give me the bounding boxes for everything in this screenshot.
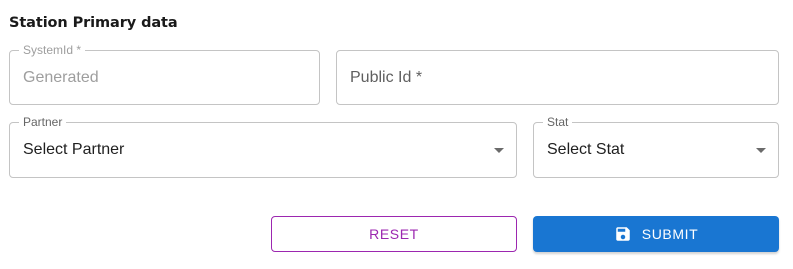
- partner-selected-value: Select Partner: [23, 141, 125, 158]
- system-id-field: SystemId * Generated: [9, 43, 320, 105]
- submit-button[interactable]: SUBMIT: [533, 216, 779, 252]
- partner-select[interactable]: Partner Select Partner: [9, 115, 517, 178]
- arrow-drop-down-icon: [494, 148, 504, 153]
- reset-button-label: RESET: [369, 226, 419, 242]
- partner-label: Partner: [19, 115, 67, 129]
- public-id-placeholder: Public Id *: [350, 68, 423, 86]
- system-id-value: Generated: [23, 68, 99, 86]
- stat-label: Stat: [543, 115, 573, 129]
- public-id-input[interactable]: Public Id *: [336, 50, 779, 105]
- reset-button[interactable]: RESET: [271, 216, 517, 252]
- section-title: Station Primary data: [9, 15, 178, 31]
- submit-button-label: SUBMIT: [641, 226, 699, 242]
- system-id-label: SystemId *: [19, 43, 86, 57]
- stat-select[interactable]: Stat Select Stat: [533, 115, 779, 178]
- arrow-drop-down-icon: [756, 148, 766, 153]
- stat-selected-value: Select Stat: [547, 141, 625, 158]
- save-icon: [616, 227, 630, 241]
